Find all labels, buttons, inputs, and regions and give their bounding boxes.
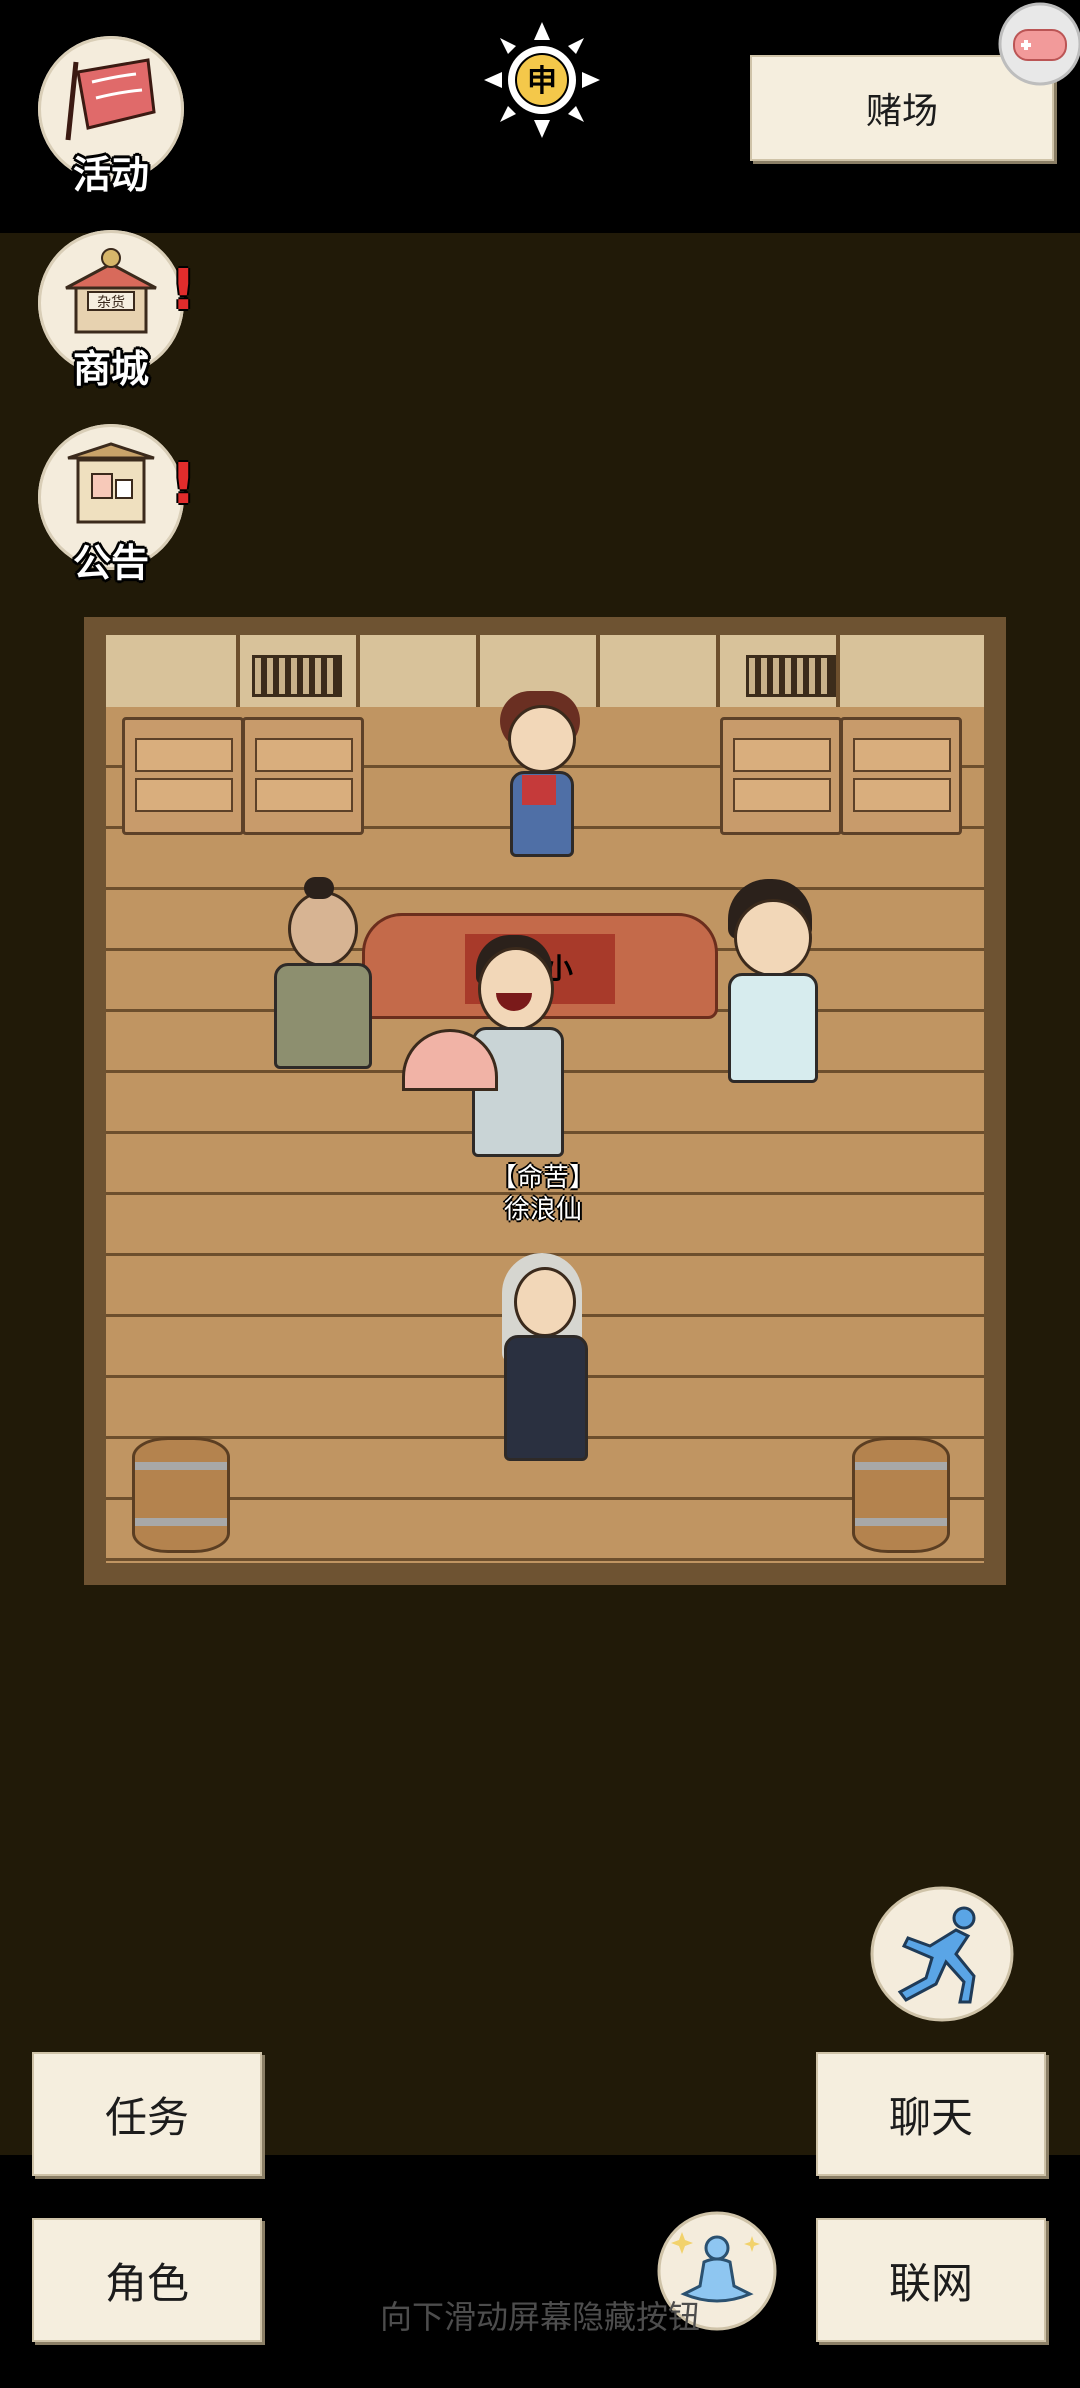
barrel <box>132 1437 230 1553</box>
sun-clock-icon: 申 <box>484 22 600 138</box>
shop-alert-icon: ! <box>170 258 196 323</box>
xu-langxian-npc[interactable] <box>402 935 592 1165</box>
player-character[interactable] <box>494 1245 594 1475</box>
npc-nameplate: 【命苦】 徐浪仙 <box>448 1162 638 1226</box>
activity-button[interactable]: 活动 <box>38 36 184 197</box>
activity-label: 活动 <box>72 153 149 197</box>
cabinet <box>720 717 842 835</box>
npc-title: 【命苦】 <box>490 1163 595 1193</box>
notice-alert-icon: ! <box>170 452 196 517</box>
scholar-npc[interactable] <box>714 877 824 1097</box>
barrel <box>852 1437 950 1553</box>
old-man-npc[interactable] <box>264 877 374 1087</box>
store-icon: 杂货 <box>65 248 157 334</box>
notice-board-icon <box>67 442 155 524</box>
waitress-npc[interactable] <box>486 687 596 887</box>
window-vent <box>746 655 836 697</box>
store-sign: 杂货 <box>97 294 125 311</box>
time-glyph: 申 <box>527 64 557 99</box>
task-button[interactable]: 任务 <box>32 2052 262 2176</box>
banner-icon <box>65 58 156 141</box>
shop-label: 商城 <box>72 347 149 391</box>
cabinet <box>242 717 364 835</box>
chat-button[interactable]: 聊天 <box>816 2052 1046 2176</box>
swipe-hint: 向下滑动屏幕隐藏按钮 <box>379 2298 700 2336</box>
notice-label: 公告 <box>72 541 149 585</box>
shop-button[interactable]: 杂货 ! 商城 <box>38 230 196 391</box>
window-vent <box>252 655 342 697</box>
run-button[interactable] <box>870 1886 1014 2022</box>
casino-room: 大 小 <box>84 617 1006 1585</box>
npc-name: 徐浪仙 <box>503 1195 582 1225</box>
cabinet <box>122 717 244 835</box>
cabinet <box>840 717 962 835</box>
game-assistant-icon[interactable] <box>992 0 1080 88</box>
notice-button[interactable]: ! 公告 <box>38 424 196 585</box>
